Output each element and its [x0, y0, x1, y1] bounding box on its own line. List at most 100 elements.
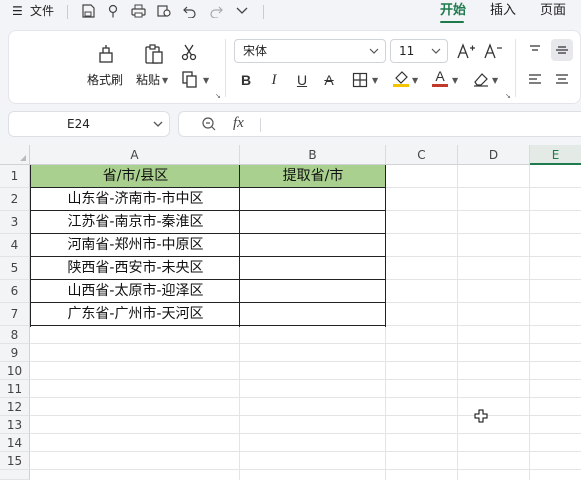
borders-dropdown-icon[interactable]: ▼ — [372, 76, 378, 85]
ribbon-divider — [225, 39, 226, 97]
table-cell[interactable] — [240, 257, 386, 280]
tab-page[interactable]: 页面 — [540, 2, 566, 20]
paste-dropdown-icon[interactable]: ▼ — [162, 76, 168, 85]
row-header[interactable]: 10 — [0, 362, 30, 380]
clipboard-launcher-icon[interactable]: ↘ — [215, 92, 221, 100]
font-launcher-icon[interactable]: ↘ — [505, 92, 511, 100]
gridline — [30, 451, 581, 452]
table-cell[interactable] — [240, 234, 386, 257]
menu-icon[interactable]: ☰ — [12, 2, 23, 20]
cell-cursor-icon — [474, 408, 488, 427]
formula-bar: fx — [178, 111, 581, 137]
borders-icon[interactable] — [349, 69, 371, 91]
copy-dropdown-icon[interactable]: ▼ — [203, 76, 209, 85]
table-cell[interactable]: 江苏省-南京市-秦淮区 — [31, 211, 240, 234]
align-center-icon[interactable] — [551, 68, 573, 90]
eraser-icon[interactable] — [470, 68, 492, 90]
font-size-select[interactable]: 11 — [390, 39, 448, 63]
column-header-b[interactable]: B — [240, 145, 386, 165]
name-box[interactable]: E24 — [8, 111, 170, 137]
zoom-function-icon[interactable] — [201, 116, 217, 136]
menu-divider — [263, 5, 264, 19]
table-cell[interactable] — [240, 303, 386, 326]
table-border — [30, 302, 386, 303]
underline-button[interactable]: U — [291, 69, 313, 91]
row-header[interactable]: 12 — [0, 398, 30, 416]
column-header-e[interactable]: E — [530, 145, 581, 165]
bold-button[interactable]: B — [235, 69, 257, 91]
format-painter-icon[interactable] — [93, 41, 119, 67]
table-cell[interactable]: 陕西省-西安市-未央区 — [31, 257, 240, 280]
row-header[interactable]: 4 — [0, 234, 30, 257]
gridline — [30, 397, 581, 398]
paste-icon[interactable] — [141, 41, 167, 67]
row-header[interactable]: 2 — [0, 188, 30, 211]
table-cell[interactable]: 山东省-济南市-市中区 — [31, 188, 240, 211]
table-border — [30, 187, 386, 188]
table-cell[interactable]: 山西省-太原市-迎泽区 — [31, 280, 240, 303]
tab-insert[interactable]: 插入 — [490, 2, 516, 20]
redo-icon[interactable] — [207, 2, 225, 20]
column-header-d[interactable]: D — [458, 145, 530, 165]
align-left-icon[interactable] — [524, 68, 546, 90]
font-name-select[interactable]: 宋体 — [234, 39, 386, 63]
row-header[interactable]: 9 — [0, 344, 30, 362]
row-header[interactable]: 1 — [0, 165, 30, 188]
row-header[interactable]: 14 — [0, 434, 30, 452]
decrease-font-size-icon[interactable] — [482, 40, 504, 62]
font-color-swatch — [432, 84, 448, 87]
file-menu[interactable]: 文件 — [30, 2, 54, 20]
gridline — [30, 343, 581, 344]
font-color-dropdown-icon[interactable]: ▼ — [452, 76, 458, 85]
strikethrough-button[interactable]: A — [318, 69, 340, 91]
clear-dropdown-icon[interactable]: ▼ — [492, 76, 498, 85]
align-middle-icon[interactable] — [551, 39, 573, 61]
fill-color-icon[interactable] — [390, 67, 412, 89]
spreadsheet-grid[interactable]: A B C D E 1 2 3 4 5 6 7 8 9 10 11 12 13 … — [0, 145, 581, 480]
row-header[interactable]: 8 — [0, 326, 30, 344]
print-icon[interactable] — [129, 2, 147, 20]
fill-color-dropdown-icon[interactable]: ▼ — [412, 76, 418, 85]
row-header[interactable]: 13 — [0, 416, 30, 434]
format-painter-icon[interactable] — [104, 2, 122, 20]
font-color-letter: A — [435, 68, 445, 84]
paste-label[interactable]: 粘贴 — [136, 73, 160, 87]
save-icon[interactable] — [79, 2, 97, 20]
tab-home[interactable]: 开始 — [440, 2, 466, 20]
active-tab-indicator — [440, 21, 464, 23]
row-header[interactable]: 15 — [0, 452, 30, 470]
copy-icon[interactable] — [179, 68, 201, 90]
select-all-corner[interactable] — [0, 145, 30, 165]
align-top-icon[interactable] — [524, 39, 546, 61]
gridline — [30, 469, 581, 470]
table-cell[interactable] — [240, 188, 386, 211]
table-border — [30, 279, 386, 280]
chevron-down-icon — [369, 40, 379, 71]
scissors-icon[interactable] — [178, 41, 200, 63]
row-header[interactable] — [0, 470, 30, 480]
table-header-cell[interactable]: 提取省/市 — [240, 165, 386, 188]
menu-bar: ☰ 文件 开始 插入 页面 — [0, 0, 581, 24]
font-color-button[interactable]: A — [429, 67, 451, 89]
column-header-a[interactable]: A — [30, 145, 240, 165]
table-header-cell[interactable]: 省/市/县区 — [31, 165, 240, 188]
more-icon[interactable] — [233, 2, 251, 20]
increase-font-size-icon[interactable] — [455, 40, 477, 62]
insert-function-button[interactable]: fx — [233, 115, 244, 132]
row-header[interactable]: 5 — [0, 257, 30, 280]
table-cell[interactable]: 河南省-郑州市-中原区 — [31, 234, 240, 257]
column-header-c[interactable]: C — [386, 145, 458, 165]
row-header[interactable]: 6 — [0, 280, 30, 303]
print-preview-icon[interactable] — [155, 2, 173, 20]
italic-button[interactable]: I — [263, 69, 285, 91]
chevron-down-icon[interactable] — [152, 112, 164, 144]
table-cell[interactable] — [240, 280, 386, 303]
row-header[interactable]: 3 — [0, 211, 30, 234]
table-cell[interactable]: 广东省-广州市-天河区 — [31, 303, 240, 326]
row-header[interactable]: 7 — [0, 303, 30, 326]
gridline — [30, 379, 581, 380]
table-cell[interactable] — [240, 211, 386, 234]
row-header[interactable]: 11 — [0, 380, 30, 398]
undo-icon[interactable] — [181, 2, 199, 20]
format-painter-label[interactable]: 格式刷 — [87, 73, 123, 87]
